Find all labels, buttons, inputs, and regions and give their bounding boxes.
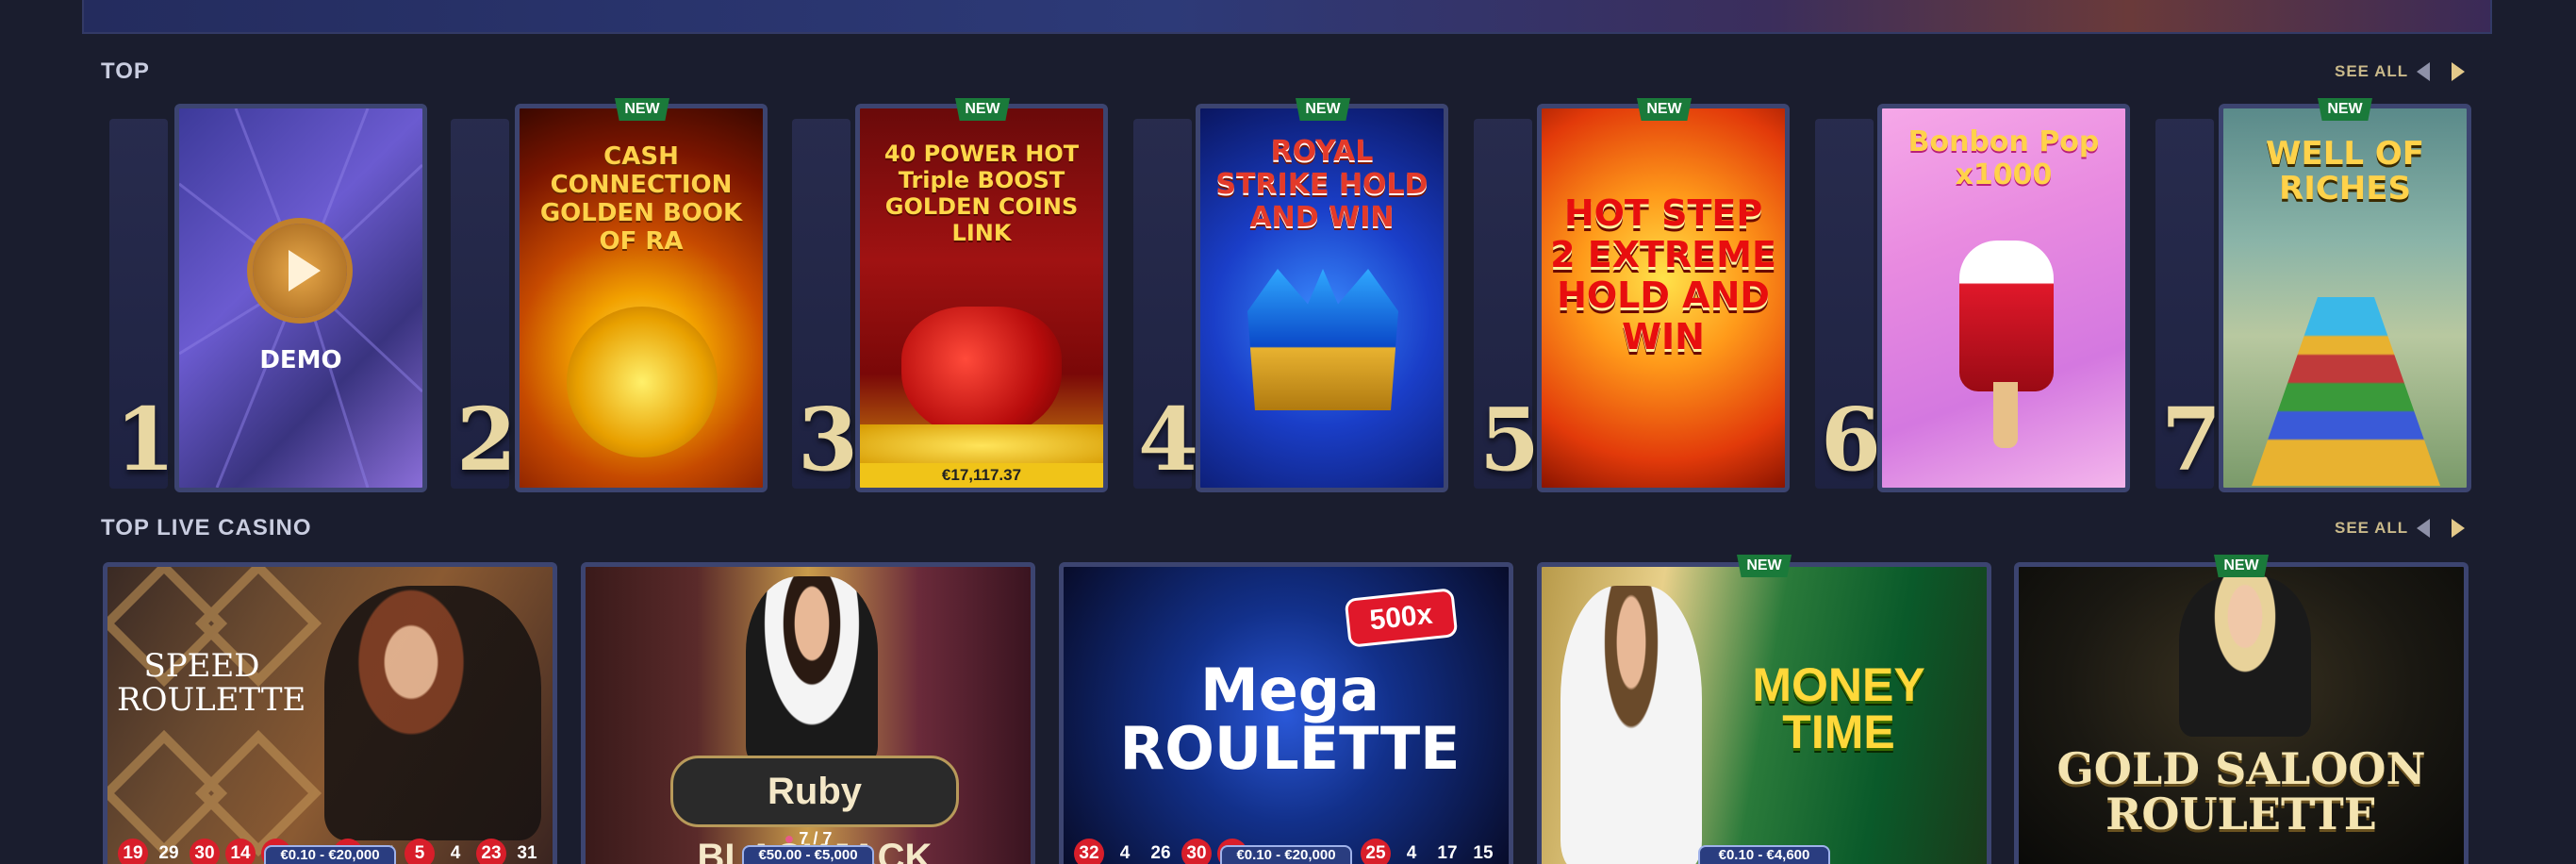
result-number: 14: [225, 839, 256, 864]
result-number: 32: [1074, 839, 1104, 864]
game-title: SPEED ROULETTE: [117, 647, 306, 719]
popsicle-stick: [1993, 382, 2018, 448]
game-title: ROYAL STRIKE HOLD AND WIN: [1215, 135, 1428, 234]
dealer-photo: [1560, 586, 1702, 864]
hero-banner-strip[interactable]: [82, 0, 2492, 34]
gold-coin-graphic: [567, 307, 718, 457]
new-badge: NEW: [955, 98, 1010, 121]
result-number: 26: [1150, 843, 1171, 863]
game-title: HOT STEP 2 EXTREME HOLD AND WIN: [1550, 192, 1776, 358]
rank-number: 1: [115, 389, 176, 490]
rank-number: 4: [1138, 389, 1199, 490]
gold-coins-graphic: [860, 424, 1103, 467]
result-number: 5: [405, 839, 435, 864]
section-title-top-live-casino: TOP LIVE CASINO: [101, 515, 312, 540]
see-all-top-link[interactable]: SEE ALL: [2335, 62, 2408, 81]
dealer-photo: [2179, 576, 2311, 737]
live-card-mega-roulette[interactable]: 500x Mega ROULETTE 3242630141162541715 €…: [1059, 562, 1513, 864]
result-number: 30: [190, 839, 220, 864]
live-card-speed-roulette[interactable]: SPEED ROULETTE 192930149101615542331 €0.…: [103, 562, 557, 864]
popsicle-graphic: [1959, 241, 2054, 391]
play-icon[interactable]: [253, 224, 347, 318]
rank-number: 2: [456, 389, 518, 490]
demo-label: DEMO: [259, 346, 342, 374]
rank-number: 7: [2161, 389, 2222, 490]
game-card-royal-strike[interactable]: ROYAL STRIKE HOLD AND WIN: [1196, 104, 1448, 492]
see-all-live-link[interactable]: SEE ALL: [2335, 519, 2408, 538]
result-number: 17: [1437, 843, 1458, 863]
multiplier-badge: 500x: [1344, 588, 1459, 648]
crown-graphic: [1247, 269, 1398, 410]
game-card-demo[interactable]: DEMO: [174, 104, 427, 492]
result-number: 23: [476, 839, 506, 864]
game-title: 40 POWER HOT Triple BOOST GOLDEN COINS L…: [883, 141, 1080, 246]
new-badge: NEW: [2214, 555, 2269, 577]
dealer-photo: [324, 586, 541, 840]
result-number: 4: [1406, 843, 1417, 863]
pot-graphic: [901, 307, 1062, 439]
live-card-money-time[interactable]: MONEY TIME €0.10 - €4,600: [1537, 562, 1991, 864]
game-card-hot-step-2[interactable]: HOT STEP 2 EXTREME HOLD AND WIN: [1537, 104, 1790, 492]
result-number: 4: [1119, 843, 1131, 863]
result-number: 29: [158, 843, 179, 863]
result-number: 15: [1473, 843, 1494, 863]
jackpot-amount: €17,117.37: [860, 463, 1103, 488]
bet-range-badge: €0.10 - €4,600: [1698, 845, 1830, 864]
live-card-gold-saloon-roulette[interactable]: GOLD SALOON ROULETTE: [2014, 562, 2469, 864]
game-card-well-of-riches[interactable]: WELL OF RICHES: [2219, 104, 2471, 492]
game-title: WELL OF RICHES: [2265, 135, 2425, 208]
game-title: Mega ROULETTE: [1119, 656, 1461, 783]
game-card-40-power-hot[interactable]: 40 POWER HOT Triple BOOST GOLDEN COINS L…: [855, 104, 1108, 492]
bet-range-badge: €0.10 - €20,000: [264, 845, 396, 864]
result-number: 4: [450, 843, 461, 863]
new-badge: NEW: [2318, 98, 2372, 121]
rank-number: 6: [1821, 389, 1882, 490]
result-number: 31: [517, 843, 537, 863]
dealer-photo: [746, 576, 878, 765]
bet-range-badge: €50.00 - €5,000: [742, 845, 874, 864]
new-badge: NEW: [615, 98, 669, 121]
rank-number: 3: [798, 389, 859, 490]
new-badge: NEW: [1296, 98, 1350, 121]
chevron-left-icon[interactable]: [2417, 62, 2430, 81]
game-title: GOLD SALOON ROULETTE: [2056, 743, 2426, 840]
bet-range-badge: €0.10 - €20,000: [1220, 845, 1352, 864]
game-card-golden-book-of-ra[interactable]: CASH CONNECTION GOLDEN BOOK OF RA: [515, 104, 768, 492]
new-badge: NEW: [1737, 555, 1792, 577]
game-card-bonbon-pop[interactable]: Bonbon Pop x1000: [1877, 104, 2130, 492]
live-card-ruby-blackjack[interactable]: Ruby BLACKJACK ● 7 / 7 €50.00 - €5,000: [581, 562, 1035, 864]
section-title-top: TOP: [101, 58, 150, 84]
game-title: Ruby BLACKJACK: [670, 756, 959, 864]
result-number: 19: [118, 839, 148, 864]
game-title: CASH CONNECTION GOLDEN BOOK OF RA: [539, 142, 743, 256]
result-number: 25: [1361, 839, 1391, 864]
new-badge: NEW: [1637, 98, 1692, 121]
game-title: Bonbon Pop x1000: [1907, 125, 2100, 191]
rank-number: 5: [1479, 389, 1541, 490]
chevron-right-icon[interactable]: [2452, 62, 2465, 81]
game-title: MONEY TIME: [1752, 658, 1925, 758]
fountain-graphic: [2252, 297, 2440, 486]
result-number: 30: [1181, 839, 1212, 864]
chevron-left-icon[interactable]: [2417, 519, 2430, 538]
chevron-right-icon[interactable]: [2452, 519, 2465, 538]
